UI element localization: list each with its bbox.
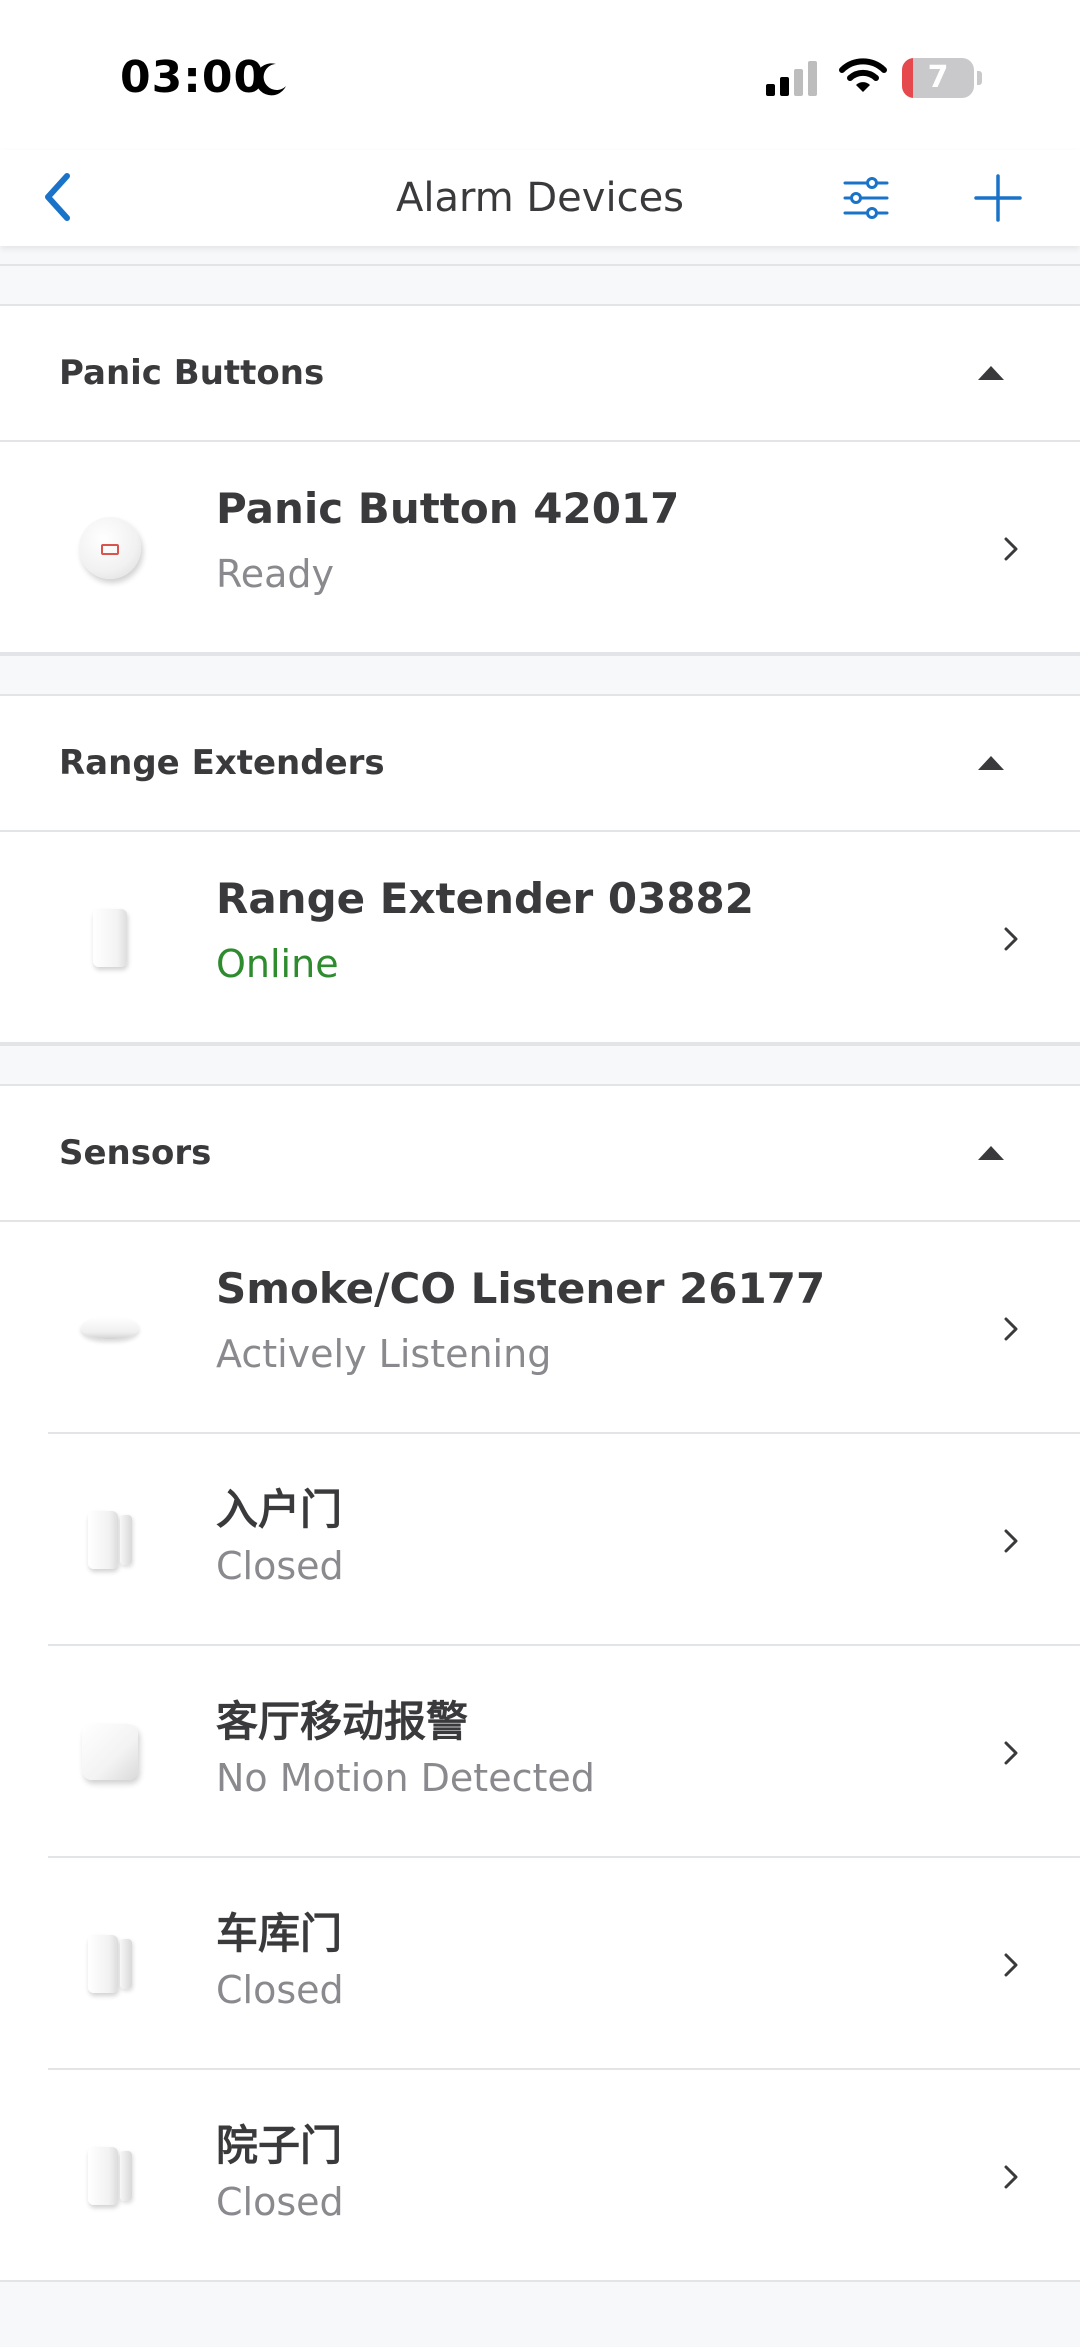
device-row[interactable]: 车库门 Closed: [0, 1858, 1080, 2070]
device-row[interactable]: 院子门 Closed: [0, 2070, 1080, 2282]
filter-button[interactable]: [830, 162, 902, 234]
device-name: 入户门: [216, 1485, 343, 1534]
device-status: Closed: [216, 2180, 344, 2224]
smoke-listener-image: [60, 1278, 160, 1378]
battery-indicator: 7: [902, 58, 982, 98]
motion-sensor-image: [60, 1702, 160, 1802]
add-device-button[interactable]: [962, 162, 1034, 234]
nav-bar: Alarm Devices: [0, 150, 1080, 246]
chevron-right-icon: [1004, 1953, 1018, 1977]
status-time: 03:00: [120, 52, 266, 103]
device-list-range-extenders: Range Extender 03882 Online: [0, 832, 1080, 1044]
chevron-right-icon: [1004, 537, 1018, 561]
cellular-signal-icon: [766, 61, 817, 96]
list-top-spacer: [0, 246, 1080, 306]
device-status: Actively Listening: [216, 1332, 552, 1376]
device-row[interactable]: Panic Button 42017 Ready: [0, 442, 1080, 654]
chevron-right-icon: [1004, 1741, 1018, 1765]
caret-up-icon: [978, 756, 1004, 770]
back-button[interactable]: [22, 162, 92, 232]
device-list-panic-buttons: Panic Button 42017 Ready: [0, 442, 1080, 654]
device-name: 客厅移动报警: [216, 1697, 469, 1746]
section-title: Range Extenders: [59, 743, 385, 783]
moon-icon: [255, 63, 286, 96]
device-name: 院子门: [216, 2121, 343, 2170]
plus-icon: [974, 174, 1022, 222]
page-title: Alarm Devices: [395, 175, 685, 221]
battery-level: 7: [927, 60, 949, 95]
section-header-panic-buttons[interactable]: Panic Buttons: [0, 306, 1080, 442]
contact-sensor-image: [60, 1490, 160, 1590]
device-status: Closed: [216, 1544, 344, 1588]
chevron-right-icon: [1004, 1529, 1018, 1553]
chevron-right-icon: [1004, 927, 1018, 951]
device-status: Online: [216, 942, 339, 986]
device-name: Range Extender 03882: [216, 874, 755, 923]
range-extender-image: [60, 888, 160, 988]
section-title: Panic Buttons: [59, 353, 325, 393]
device-list-sensors: Smoke/CO Listener 26177 Actively Listeni…: [0, 1222, 1080, 2282]
device-row[interactable]: Smoke/CO Listener 26177 Actively Listeni…: [0, 1222, 1080, 1434]
device-name: 车库门: [216, 1909, 343, 1958]
device-name: Panic Button 42017: [216, 484, 680, 533]
section-spacer: [0, 1044, 1080, 1086]
device-list-content[interactable]: Panic Buttons Panic Button 42017 Ready R…: [0, 246, 1080, 2347]
device-name: Smoke/CO Listener 26177: [216, 1264, 826, 1313]
chevron-right-icon: [1004, 2165, 1018, 2189]
caret-up-icon: [978, 1146, 1004, 1160]
section-header-sensors[interactable]: Sensors: [0, 1086, 1080, 1222]
caret-up-icon: [978, 366, 1004, 380]
chevron-left-icon: [45, 173, 70, 221]
contact-sensor-image: [60, 2126, 160, 2226]
device-row[interactable]: 客厅移动报警 No Motion Detected: [0, 1646, 1080, 1858]
chevron-right-icon: [1004, 1317, 1018, 1341]
device-status: No Motion Detected: [216, 1756, 595, 1800]
status-bar: 03:00 7: [0, 0, 1080, 150]
device-row[interactable]: 入户门 Closed: [0, 1434, 1080, 1646]
device-row[interactable]: Range Extender 03882 Online: [0, 832, 1080, 1044]
device-status: Closed: [216, 1968, 344, 2012]
contact-sensor-image: [60, 1914, 160, 2014]
wifi-icon: [839, 58, 887, 92]
section-title: Sensors: [59, 1133, 212, 1173]
device-status: Ready: [216, 552, 334, 596]
panic-button-image: [60, 498, 160, 598]
sliders-icon: [843, 177, 889, 219]
section-spacer: [0, 654, 1080, 696]
section-header-range-extenders[interactable]: Range Extenders: [0, 696, 1080, 832]
